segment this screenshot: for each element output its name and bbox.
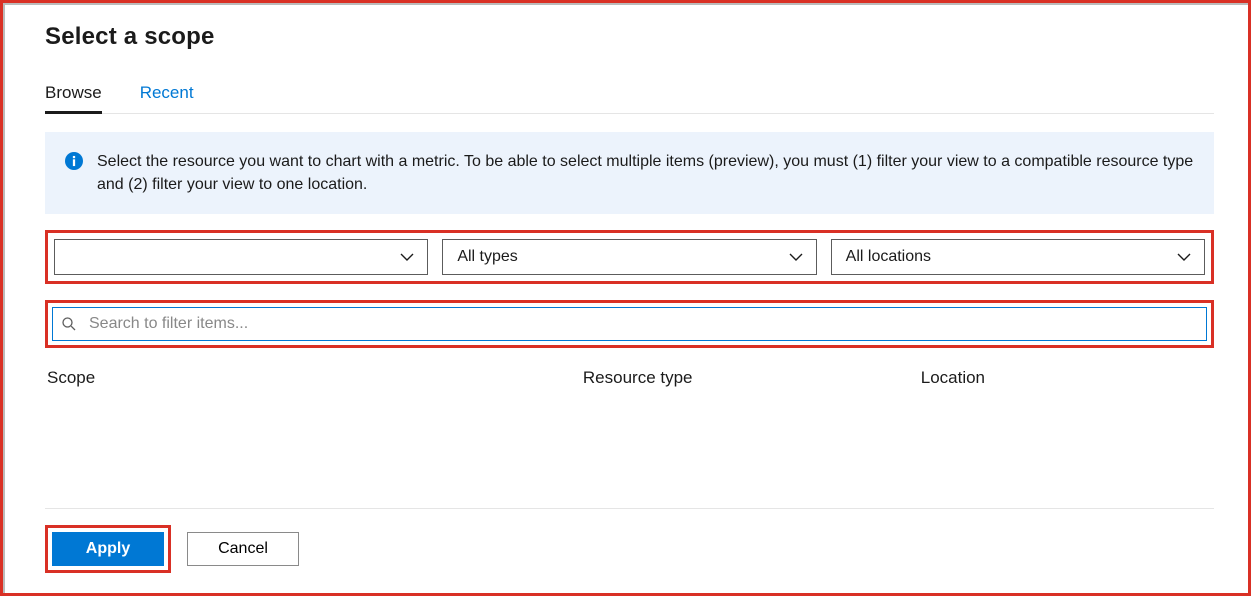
column-header-scope: Scope xyxy=(47,368,583,388)
divider xyxy=(45,508,1214,509)
column-headers: Scope Resource type Location xyxy=(45,364,1214,388)
search-input[interactable] xyxy=(87,314,1198,334)
resource-type-dropdown[interactable]: All types xyxy=(442,239,816,275)
cancel-button[interactable]: Cancel xyxy=(187,532,299,566)
chevron-down-icon xyxy=(788,249,804,265)
tab-bar: Browse Recent xyxy=(45,79,1214,114)
apply-button[interactable]: Apply xyxy=(52,532,164,566)
filters-annotation-highlight: All types All locations xyxy=(45,230,1214,284)
dialog-title: Select a scope xyxy=(45,23,1214,51)
tab-browse[interactable]: Browse xyxy=(45,79,102,113)
column-header-resource-type: Resource type xyxy=(583,368,921,388)
button-label: Cancel xyxy=(218,540,268,558)
tab-label: Recent xyxy=(140,83,194,102)
dropdown-value: All types xyxy=(457,248,517,266)
info-banner: Select the resource you want to chart wi… xyxy=(45,132,1214,214)
tab-recent[interactable]: Recent xyxy=(140,79,194,113)
subscription-dropdown[interactable] xyxy=(54,239,428,275)
column-header-location: Location xyxy=(921,368,1212,388)
chevron-down-icon xyxy=(399,249,415,265)
screenshot-annotation-frame: Select a scope Browse Recent Selec xyxy=(0,0,1251,596)
search-box[interactable] xyxy=(52,307,1207,341)
button-label: Apply xyxy=(86,540,130,558)
dropdown-value: All locations xyxy=(846,248,931,266)
apply-annotation-highlight: Apply xyxy=(45,525,171,573)
search-annotation-highlight xyxy=(45,300,1214,348)
tab-label: Browse xyxy=(45,83,102,102)
dialog-footer: Apply Cancel xyxy=(45,508,1214,573)
location-dropdown[interactable]: All locations xyxy=(831,239,1205,275)
chevron-down-icon xyxy=(1176,249,1192,265)
search-icon xyxy=(61,316,77,332)
select-scope-dialog: Select a scope Browse Recent Selec xyxy=(3,3,1248,593)
info-icon xyxy=(65,152,83,170)
info-text: Select the resource you want to chart wi… xyxy=(97,150,1194,196)
